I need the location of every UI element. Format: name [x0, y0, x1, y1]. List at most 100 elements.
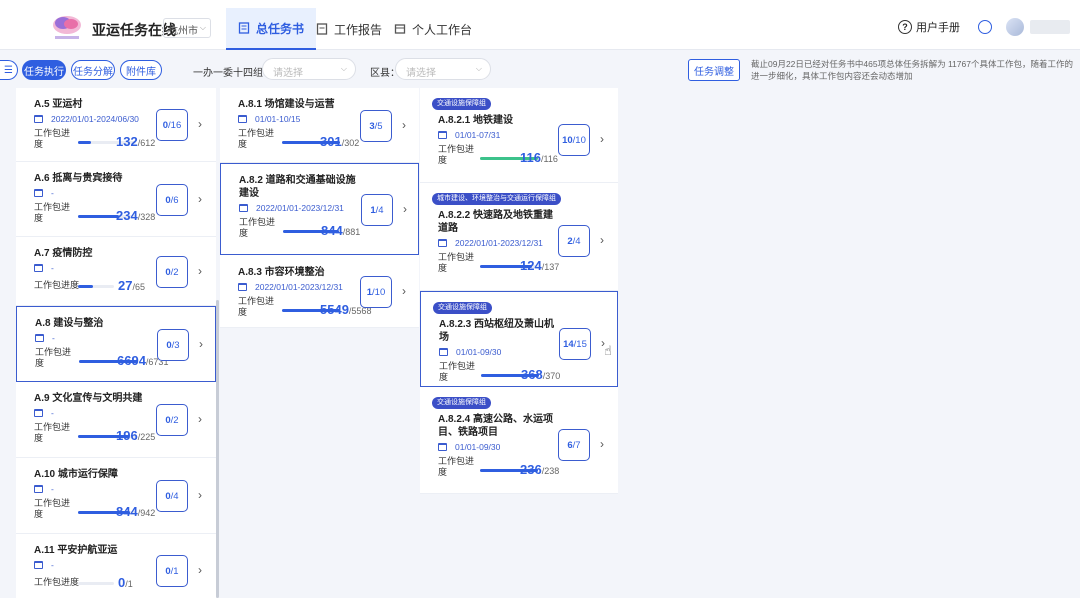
subtask-count-box[interactable]: 0/3 — [157, 329, 189, 361]
progress-done: 368 — [521, 367, 543, 382]
chevron-right-icon[interactable]: › — [600, 233, 604, 247]
card-title: A.8.2.3 西站枢纽及萧山机场 — [439, 319, 555, 343]
card-title: A.6 抵离与贵宾接待 — [34, 173, 123, 184]
pill-attachments[interactable]: 附件库 — [120, 60, 162, 80]
task-card[interactable]: 交通设施保障组 A.8.2.1 地铁建设 01/01-07/31 工作包进度 116/1… — [420, 88, 618, 183]
progress-fill — [78, 215, 120, 218]
progress-label: 工作包进度 — [34, 498, 71, 519]
card-date: 2022/01/01-2023/12/31 — [238, 282, 343, 292]
user-manual-link[interactable]: 用户手册 — [916, 19, 960, 35]
task-card[interactable]: A.8.2 道路和交通基础设施建设 2022/01/01-2023/12/31 工作… — [220, 163, 419, 255]
date-range: 2022/01/01-2023/12/31 — [255, 282, 343, 292]
task-card[interactable]: 城市建设、环境整治与交通运行保障组 A.8.2.2 快速路及地铁重建道路 2022/… — [420, 183, 618, 291]
task-card[interactable]: A.7 疫情防控 - 工作包进度 27/65 0/2 › — [16, 237, 216, 306]
scrollbar[interactable] — [216, 300, 219, 598]
chevron-right-icon[interactable]: › — [403, 202, 407, 216]
task-card[interactable]: 交通设施保障组 A.8.2.3 西站枢纽及萧山机场 01/01-09/30 工作包进度… — [420, 291, 618, 387]
task-card[interactable]: A.5 亚运村 2022/01/01-2024/06/30 工作包进度 132/612… — [16, 88, 216, 162]
card-title: A.9 文化宣传与文明共建 — [34, 393, 143, 404]
subtask-count-box[interactable]: 0/2 — [156, 256, 188, 288]
card-date: - — [34, 484, 54, 494]
header-right: ? 用户手册 — [898, 18, 1070, 36]
chevron-right-icon[interactable]: › — [402, 118, 406, 132]
progress-done: 301 — [320, 134, 342, 149]
task-card[interactable]: A.6 抵离与贵宾接待 - 工作包进度 234/328 0/6 › — [16, 162, 216, 237]
task-card[interactable]: A.8.3 市容环境整治 2022/01/01-2023/12/31 工作包进度 55… — [220, 256, 419, 328]
progress-total: /370 — [542, 371, 561, 381]
task-card[interactable]: A.8 建设与整治 - 工作包进度 6694/6731 0/3 › — [16, 306, 216, 382]
tab-label: 工作报告 — [334, 22, 383, 37]
tab-total-tasks[interactable]: 总任务书 — [226, 8, 317, 50]
chevron-right-icon[interactable]: › — [600, 132, 604, 146]
card-date: 01/01-09/30 — [439, 347, 501, 357]
subtask-total: /3 — [171, 339, 180, 351]
task-card[interactable]: A.10 城市运行保障 - 工作包进度 844/942 0/4 › — [16, 458, 216, 534]
chat-icon[interactable] — [978, 20, 992, 34]
subtask-count-box[interactable]: 3/5 — [360, 110, 392, 142]
subtask-count-box[interactable]: 0/16 — [156, 109, 188, 141]
card-title: A.8.3 市容环境整治 — [238, 267, 325, 278]
chevron-right-icon[interactable]: › — [198, 488, 202, 502]
tab-personal-workbench[interactable]: 个人工作台 — [394, 8, 472, 50]
task-adjust-button[interactable]: 任务调整 — [688, 59, 740, 81]
date-range: - — [51, 484, 54, 494]
progress-label: 工作包进度 — [238, 128, 275, 149]
subtask-count-box[interactable]: 0/2 — [156, 404, 188, 436]
subtask-count-box[interactable]: 1/4 — [361, 194, 393, 226]
progress-count: 124/137 — [520, 258, 559, 273]
progress-fill — [78, 141, 91, 144]
card-title: A.10 城市运行保障 — [34, 469, 118, 480]
subtask-total: /4 — [572, 235, 581, 247]
subtask-total: /16 — [168, 119, 182, 131]
subtask-total: /4 — [375, 204, 384, 216]
chevron-right-icon[interactable]: › — [198, 563, 202, 577]
card-date: 2022/01/01-2023/12/31 — [239, 203, 344, 213]
subtask-count-box[interactable]: 14/15 — [559, 328, 591, 360]
tab-work-report[interactable]: 工作报告 — [316, 8, 382, 50]
progress-done: 27 — [118, 278, 133, 293]
chevron-right-icon[interactable]: › — [198, 192, 202, 206]
task-card[interactable]: A.9 文化宣传与文明共建 - 工作包进度 196/225 0/2 › — [16, 382, 216, 458]
chevron-right-icon[interactable]: › — [600, 437, 604, 451]
group-select[interactable]: 请选择 ⌵ — [262, 58, 356, 80]
chevron-right-icon[interactable]: › — [198, 117, 202, 131]
progress-total: /881 — [342, 227, 361, 237]
help-icon[interactable]: ? — [898, 20, 912, 34]
calendar-icon — [34, 485, 43, 493]
subtask-count-box[interactable]: 0/6 — [156, 184, 188, 216]
chevron-right-icon[interactable]: › — [198, 412, 202, 426]
subtask-count-box[interactable]: 1/10 — [360, 276, 392, 308]
card-date: - — [34, 408, 54, 418]
task-card[interactable]: A.11 平安护航亚运 - 工作包进度 0/1 0/1 › — [16, 534, 216, 598]
pill-task-execution[interactable]: 任务执行 — [22, 60, 66, 80]
filter-toggle-icon[interactable]: ☰ — [0, 60, 18, 80]
card-title: A.8.2.1 地铁建设 — [438, 115, 514, 126]
chevron-right-icon[interactable]: › — [199, 337, 203, 351]
district-select[interactable]: 请选择 ⌵ — [395, 58, 491, 80]
subtask-count-box[interactable]: 10/10 — [558, 124, 590, 156]
tab-label: 总任务书 — [256, 21, 305, 36]
task-card[interactable]: 交通设施保障组 A.8.2.4 高速公路、水运项目、铁路项目 01/01-09/30… — [420, 387, 618, 494]
subtask-count-box[interactable]: 6/7 — [558, 429, 590, 461]
subtask-count-box[interactable]: 2/4 — [558, 225, 590, 257]
report-icon — [316, 23, 328, 35]
date-range: 01/01-09/30 — [455, 442, 501, 452]
subtask-count-box[interactable]: 0/4 — [156, 480, 188, 512]
city-select[interactable]: 杭州市 ⌵ — [163, 18, 211, 38]
chevron-right-icon[interactable]: › — [198, 264, 202, 278]
progress-count: 196/225 — [116, 428, 155, 443]
subtask-total: /5 — [374, 120, 383, 132]
progress-done: 124 — [520, 258, 542, 273]
group-tag: 交通设施保障组 — [432, 98, 491, 110]
city-value: 杭州市 — [168, 26, 198, 37]
date-range: - — [51, 263, 54, 273]
progress-total: /116 — [540, 154, 558, 164]
pill-task-breakdown[interactable]: 任务分解 — [71, 60, 115, 80]
date-range: 01/01-10/15 — [255, 114, 301, 124]
group-tag: 城市建设、环境整治与交通运行保障组 — [432, 193, 561, 205]
chevron-right-icon[interactable]: › — [402, 284, 406, 298]
subtask-count-box[interactable]: 0/1 — [156, 555, 188, 587]
task-card[interactable]: A.8.1 场馆建设与运营 01/01-10/15 工作包进度 301/302 3/5 › — [220, 88, 419, 163]
column-level-3: 交通设施保障组 A.8.2.1 地铁建设 01/01-07/31 工作包进度 116/1… — [420, 88, 618, 494]
avatar[interactable] — [1006, 18, 1024, 36]
